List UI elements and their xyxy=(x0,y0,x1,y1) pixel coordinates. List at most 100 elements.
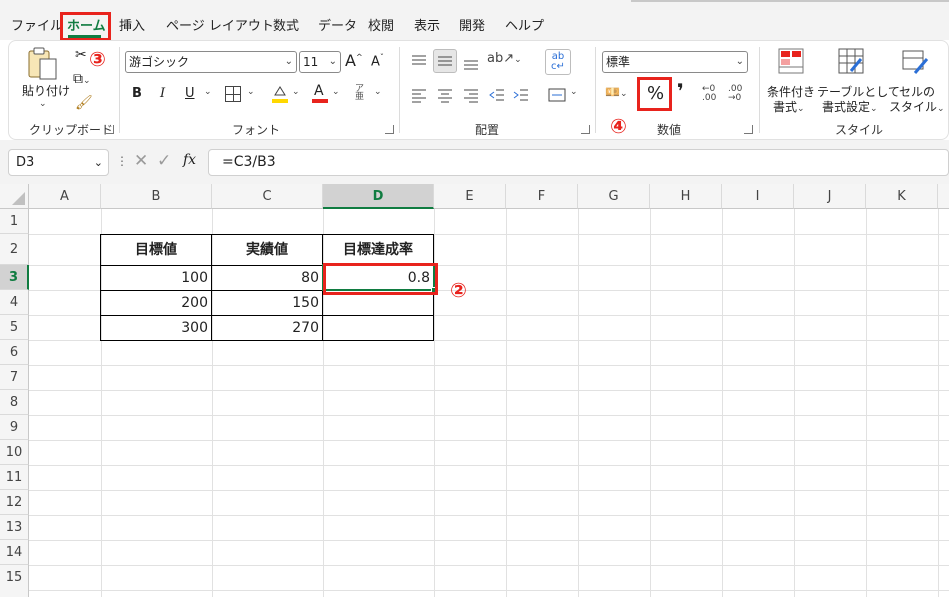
italic-button[interactable]: I xyxy=(160,86,165,101)
format-as-table-icon[interactable] xyxy=(837,47,865,75)
fill-color-icon[interactable] xyxy=(271,83,289,105)
cell-d5[interactable] xyxy=(323,316,430,340)
font-size-select[interactable]: 11 ⌄ xyxy=(299,51,341,73)
row-header-12[interactable]: 12 xyxy=(0,490,29,515)
borders-dropdown-chevron[interactable]: ⌄ xyxy=(247,87,255,97)
merge-center-icon[interactable]: ⌄ xyxy=(547,85,581,105)
row-header-10[interactable]: 10 xyxy=(0,440,29,465)
column-header-g[interactable]: G xyxy=(578,184,650,209)
column-header-e[interactable]: E xyxy=(434,184,506,209)
align-bottom-icon[interactable] xyxy=(461,51,481,71)
phonetic-icon[interactable]: ア亜 xyxy=(355,85,369,103)
currency-icon[interactable]: 💴⌄ xyxy=(605,85,639,105)
cell-b5[interactable]: 300 xyxy=(101,316,208,340)
menu-review[interactable]: 校閲 xyxy=(368,15,394,34)
paste-label[interactable]: 貼り付け xyxy=(22,82,70,99)
copy-icon[interactable]: ⧉⌄ xyxy=(73,71,97,89)
align-middle-icon[interactable] xyxy=(433,49,457,73)
cell-c3[interactable]: 80 xyxy=(212,266,319,290)
select-all-corner[interactable] xyxy=(0,184,29,209)
number-launcher-icon[interactable] xyxy=(744,125,753,134)
row-header-14[interactable]: 14 xyxy=(0,540,29,565)
menu-file[interactable]: ファイル xyxy=(11,15,63,34)
cell-b4[interactable]: 200 xyxy=(101,291,208,315)
row-header-7[interactable]: 7 xyxy=(0,365,29,390)
increase-decimal-icon[interactable]: ←0.00 xyxy=(702,85,722,105)
menu-page-layout[interactable]: ページ レイアウト xyxy=(166,15,274,34)
clipboard-launcher-icon[interactable] xyxy=(105,125,114,134)
insert-function-icon[interactable]: fx xyxy=(183,152,196,168)
align-center-icon[interactable] xyxy=(435,85,455,105)
formula-input[interactable]: =C3/B3 xyxy=(208,149,949,176)
wrap-text-icon[interactable]: ab c↵ xyxy=(545,49,571,75)
row-header-15[interactable]: 15 xyxy=(0,565,29,597)
column-header-b[interactable]: B xyxy=(101,184,212,209)
cell-c2[interactable]: 実績値 xyxy=(212,235,322,265)
row-header-5[interactable]: 5 xyxy=(0,315,29,340)
paste-icon[interactable] xyxy=(25,47,65,81)
enter-icon[interactable]: ✓ xyxy=(157,151,171,171)
cell-b2[interactable]: 目標値 xyxy=(101,235,211,265)
phonetic-dropdown-chevron[interactable]: ⌄ xyxy=(374,87,382,97)
row-header-13[interactable]: 13 xyxy=(0,515,29,540)
decrease-indent-icon[interactable] xyxy=(487,85,507,105)
menu-insert[interactable]: 挿入 xyxy=(119,15,145,34)
align-right-icon[interactable] xyxy=(461,85,481,105)
conditional-formatting-icon[interactable] xyxy=(777,47,805,75)
menu-help[interactable]: ヘルプ xyxy=(505,15,544,34)
row-header-9[interactable]: 9 xyxy=(0,415,29,440)
paste-dropdown-chevron[interactable]: ⌄ xyxy=(39,99,47,109)
row-header-4[interactable]: 4 xyxy=(0,290,29,315)
row-header-2[interactable]: 2 xyxy=(0,234,29,265)
comma-style-button[interactable]: ❜ xyxy=(677,79,684,103)
column-header-d[interactable]: D xyxy=(323,184,434,209)
grow-font-icon[interactable]: A^ xyxy=(345,51,363,70)
orientation-icon[interactable]: ab↗⌄ xyxy=(487,51,522,71)
row-header-8[interactable]: 8 xyxy=(0,390,29,415)
underline-dropdown-chevron[interactable]: ⌄ xyxy=(204,87,212,97)
shrink-font-icon[interactable]: Aˇ xyxy=(371,53,384,69)
format-as-table-label-2[interactable]: 書式設定⌄ xyxy=(822,98,878,115)
format-painter-icon[interactable]: 🖌 xyxy=(75,95,93,113)
number-format-select[interactable]: 標準 ⌄ xyxy=(602,51,748,73)
cell-styles-icon[interactable] xyxy=(901,47,929,75)
menu-data[interactable]: データ xyxy=(318,15,357,34)
cell-c4[interactable]: 150 xyxy=(212,291,319,315)
cell-c5[interactable]: 270 xyxy=(212,316,319,340)
name-box[interactable]: D3 ⌄ xyxy=(8,149,109,176)
column-header-f[interactable]: F xyxy=(506,184,578,209)
row-header-11[interactable]: 11 xyxy=(0,465,29,490)
row-header-6[interactable]: 6 xyxy=(0,340,29,365)
menu-view[interactable]: 表示 xyxy=(414,15,440,34)
row-header-1[interactable]: 1 xyxy=(0,209,29,234)
column-header-c[interactable]: C xyxy=(212,184,323,209)
fill-color-dropdown-chevron[interactable]: ⌄ xyxy=(292,87,300,97)
decrease-decimal-icon[interactable]: .00 →0 xyxy=(728,85,748,105)
cell-b3[interactable]: 100 xyxy=(101,266,208,290)
cell-styles-label-2[interactable]: スタイル⌄ xyxy=(889,98,945,115)
column-header-a[interactable]: A xyxy=(29,184,101,209)
more-options-icon[interactable]: ⋮ xyxy=(116,154,128,168)
increase-indent-icon[interactable] xyxy=(511,85,531,105)
column-header-k[interactable]: K xyxy=(866,184,938,209)
font-color-icon[interactable]: A xyxy=(311,83,329,105)
column-header-i[interactable]: I xyxy=(722,184,794,209)
column-header-l[interactable] xyxy=(938,184,949,209)
row-header-3[interactable]: 3 xyxy=(0,265,29,290)
font-launcher-icon[interactable] xyxy=(385,125,394,134)
bold-button[interactable]: B xyxy=(132,86,142,101)
cell-d2[interactable]: 目標達成率 xyxy=(323,235,433,265)
align-left-icon[interactable] xyxy=(409,85,429,105)
menu-formulas[interactable]: 数式 xyxy=(273,15,299,34)
conditional-formatting-label-2[interactable]: 書式⌄ xyxy=(773,98,805,115)
align-top-icon[interactable] xyxy=(409,51,429,71)
font-name-select[interactable]: 游ゴシック ⌄ xyxy=(125,51,297,73)
underline-button[interactable]: U xyxy=(185,86,195,101)
alignment-launcher-icon[interactable] xyxy=(581,125,590,134)
borders-icon[interactable] xyxy=(225,86,241,102)
font-color-dropdown-chevron[interactable]: ⌄ xyxy=(332,87,340,97)
menu-developer[interactable]: 開発 xyxy=(459,15,485,34)
column-header-j[interactable]: J xyxy=(794,184,866,209)
column-header-h[interactable]: H xyxy=(650,184,722,209)
cancel-icon[interactable]: ✕ xyxy=(134,151,148,171)
